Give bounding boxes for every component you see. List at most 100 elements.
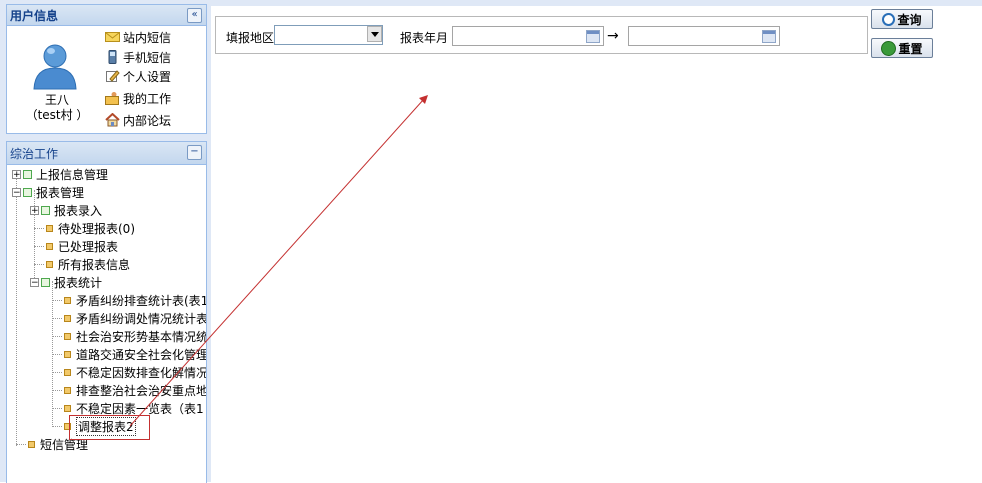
tree-node-report-entry[interactable]: + 报表录入 (30, 201, 102, 219)
tree-node-stat-item[interactable]: 矛盾纠纷排查统计表(表1 (52, 291, 206, 309)
link-phone-sms[interactable]: 手机短信 (105, 48, 171, 66)
leaf-icon (64, 350, 71, 358)
link-label: 站内短信 (123, 30, 172, 45)
tree-line (52, 390, 62, 391)
tree-line (16, 170, 17, 446)
leaf-icon (46, 224, 53, 232)
tree-label: 不稳定因数排查化解情况 (76, 365, 206, 380)
user-village: （test村 ） (25, 108, 89, 122)
tree-label: 排查整治社会治安重点地 (76, 383, 206, 398)
tree-line (16, 444, 26, 445)
tree-line (34, 264, 44, 265)
tree-label: 已处理报表 (58, 239, 119, 254)
user-info-header: 用户信息 « (7, 5, 206, 26)
edit-icon (105, 69, 120, 83)
range-arrow: → (607, 28, 619, 44)
collapse-icon[interactable]: − (12, 187, 21, 197)
user-name: 王八 (44, 93, 69, 107)
top-strip (211, 0, 982, 6)
chevron-down-icon[interactable] (367, 26, 382, 42)
collapse-icon[interactable]: − (30, 277, 39, 287)
folder-icon (23, 169, 32, 179)
tree-label: 所有报表信息 (58, 257, 131, 272)
filter-form: 填报地区 报表年月 → (215, 16, 868, 54)
leaf-icon (64, 296, 71, 304)
calendar-icon[interactable] (586, 30, 600, 43)
tree-node-report-mgmt[interactable]: − 报表管理 (12, 183, 84, 201)
collapse-tree-button[interactable]: − (187, 145, 202, 160)
leaf-icon (46, 242, 53, 250)
tree-line (52, 318, 62, 319)
tree-line (52, 354, 62, 355)
tree-node-stat-item[interactable]: 不稳定因数排查化解情况 (52, 363, 206, 381)
tree-node-report-stats[interactable]: − 报表统计 (30, 273, 102, 291)
leaf-icon (46, 260, 53, 268)
folder-icon (41, 205, 50, 215)
tree-label: 矛盾纠纷调处情况统计表 (76, 311, 206, 326)
reset-button-label: 重置 (898, 41, 923, 56)
reset-button[interactable]: 重置 (871, 38, 933, 58)
user-name-block: 王八 （test村 ） (17, 93, 97, 123)
link-label: 个人设置 (123, 69, 172, 84)
tree-node-stat-item[interactable]: 道路交通安全社会化管理 (52, 345, 206, 363)
link-my-work[interactable]: 我的工作 (105, 89, 171, 107)
tree-node-stat-item[interactable]: 矛盾纠纷调处情况统计表 (52, 309, 206, 327)
expand-icon[interactable]: + (12, 169, 21, 179)
phone-icon (105, 50, 120, 64)
user-info-title: 用户信息 (10, 9, 59, 23)
link-station-mail[interactable]: 站内短信 (105, 28, 171, 46)
query-button-label: 查询 (897, 12, 922, 27)
annotation-highlight-box (69, 415, 150, 440)
tree-line (52, 372, 62, 373)
leaf-icon (64, 314, 71, 322)
tree-line (52, 408, 62, 409)
tree-node-processed-reports[interactable]: 已处理报表 (34, 237, 118, 255)
work-icon (105, 91, 120, 105)
month-label: 报表年月 (400, 31, 449, 45)
tree-label: 社会治安形势基本情况统 (76, 329, 206, 344)
tree-label: 报表录入 (54, 203, 103, 218)
link-internal-forum[interactable]: 内部论坛 (105, 111, 171, 129)
avatar-icon (33, 44, 77, 90)
region-select[interactable] (274, 25, 383, 45)
tree-line (34, 246, 44, 247)
tree-label: 上报信息管理 (36, 167, 109, 182)
tree-label: 待处理报表(0) (58, 221, 135, 236)
user-info-panel: 用户信息 « 王八 （test村 ） 站内短信 手机短信 个人设置 我的工作 内… (6, 4, 207, 134)
leaf-icon (64, 332, 71, 340)
expand-icon[interactable]: + (30, 205, 39, 215)
search-icon (882, 12, 896, 26)
region-label: 填报地区 (226, 31, 275, 45)
tree-line (52, 336, 62, 337)
tree-label: 不稳定因素一览表（表1 (76, 401, 204, 416)
leaf-icon (28, 440, 35, 448)
start-month-field[interactable] (452, 26, 604, 46)
left-sidebar: 用户信息 « 王八 （test村 ） 站内短信 手机短信 个人设置 我的工作 内… (0, 0, 211, 483)
refresh-icon (881, 40, 897, 56)
tree-node-stat-item[interactable]: 排查整治社会治安重点地 (52, 381, 206, 399)
link-label: 内部论坛 (123, 113, 172, 128)
mail-icon (105, 30, 120, 44)
tree-node-report-upload-mgmt[interactable]: + 上报信息管理 (12, 165, 108, 183)
query-button[interactable]: 查询 (871, 9, 933, 29)
link-label: 我的工作 (123, 91, 172, 106)
tree-line (52, 426, 62, 427)
end-month-field[interactable] (628, 26, 780, 46)
link-label: 手机短信 (123, 50, 172, 65)
tree-node-stat-item[interactable]: 社会治安形势基本情况统 (52, 327, 206, 345)
leaf-icon (64, 386, 71, 394)
tree-node-pending-reports[interactable]: 待处理报表(0) (34, 219, 135, 237)
tree-line (52, 300, 62, 301)
nav-tree-title: 综治工作 (10, 147, 59, 161)
folder-open-icon (41, 277, 50, 287)
tree-node-all-reports[interactable]: 所有报表信息 (34, 255, 130, 273)
collapse-sidebar-button[interactable]: « (187, 8, 202, 23)
link-personal-settings[interactable]: 个人设置 (105, 67, 171, 85)
tree-label: 报表统计 (54, 275, 103, 290)
leaf-icon (64, 368, 71, 376)
tree-label: 道路交通安全社会化管理 (76, 347, 206, 362)
calendar-icon[interactable] (762, 30, 776, 43)
tree-label: 矛盾纠纷排查统计表(表1 (76, 293, 206, 308)
home-icon (105, 112, 120, 127)
leaf-icon (64, 404, 71, 412)
